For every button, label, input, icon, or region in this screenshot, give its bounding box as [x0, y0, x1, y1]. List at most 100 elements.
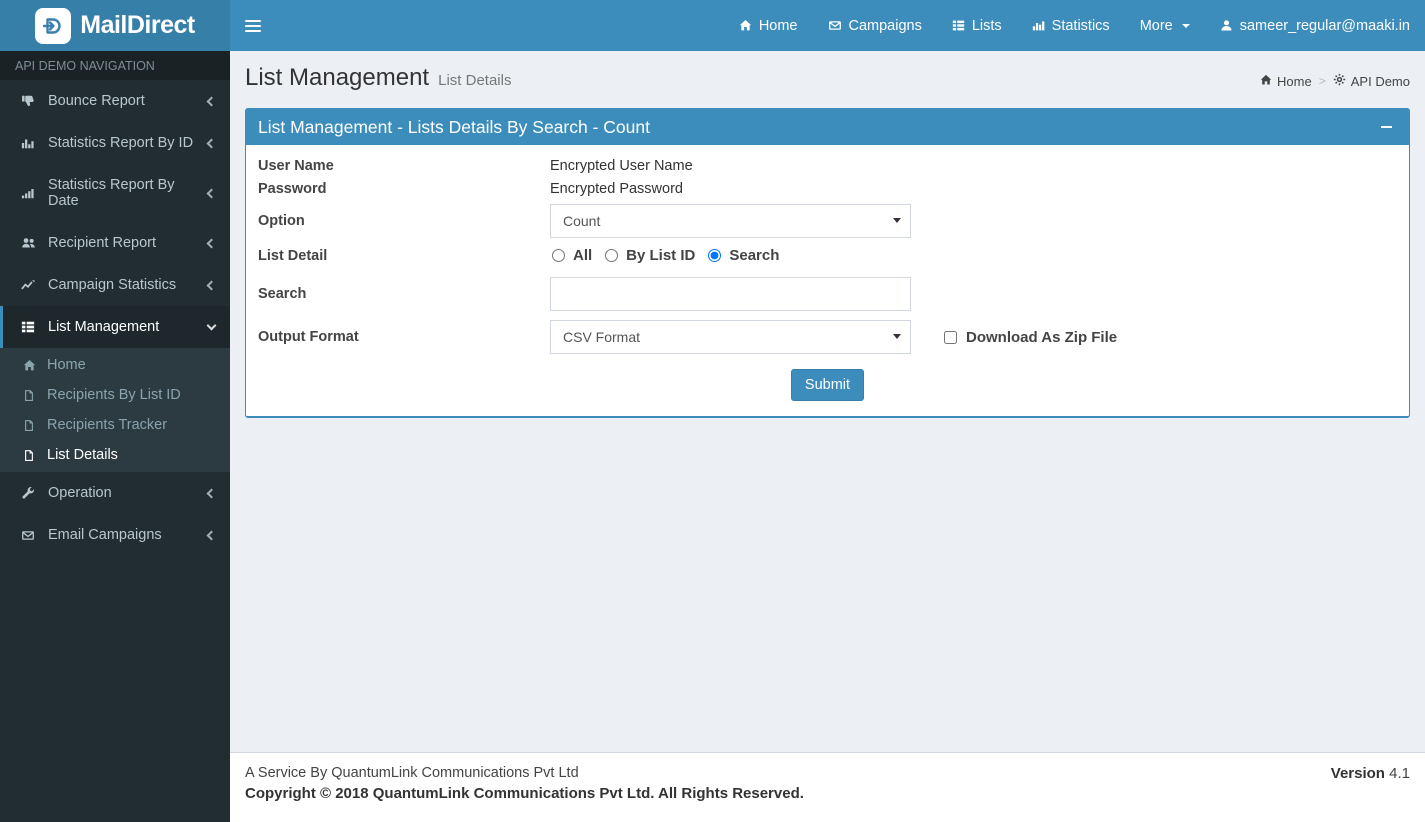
panel-title: List Management - Lists Details By Searc…: [258, 116, 650, 137]
form-row-output-format: Output Format CSV Format Download As Zip…: [258, 320, 1397, 354]
sidebar-item-list-management[interactable]: List Management: [0, 306, 230, 348]
form-panel: List Management - Lists Details By Searc…: [245, 108, 1410, 418]
home-icon: [21, 359, 37, 372]
chevron-left-icon: [206, 530, 217, 540]
option-label: Option: [258, 213, 305, 229]
panel-header: List Management - Lists Details By Searc…: [246, 109, 1409, 145]
maildirect-logo-icon: [35, 7, 72, 44]
top-navbar: Home Campaigns Lists Statistics More sam…: [230, 0, 1425, 51]
option-select-value: Count: [563, 213, 601, 229]
thumbs-down-icon: [18, 94, 38, 108]
sidebar-toggle-button[interactable]: [230, 0, 275, 51]
envelope-icon: [18, 529, 38, 542]
app-window: MailDirect Home Campaigns Lists Statisti…: [0, 0, 1425, 822]
chevron-left-icon: [206, 138, 217, 148]
download-zip-label: Download As Zip File: [966, 328, 1118, 346]
sidebar-item-statistics-report-by-id[interactable]: Statistics Report By ID: [0, 122, 230, 164]
caret-down-icon: [1181, 23, 1190, 28]
form-row-option: Option Count: [258, 204, 1397, 238]
sidebar-subitem-list-details[interactable]: List Details: [0, 440, 230, 470]
page-subtitle: List Details: [438, 72, 512, 89]
nav-item-campaigns[interactable]: Campaigns: [813, 0, 937, 51]
search-label: Search: [258, 286, 307, 302]
breadcrumb-separator: >: [1318, 74, 1326, 88]
list-detail-label: List Detail: [258, 247, 328, 264]
content-area: List Management List Details Home > API …: [230, 51, 1425, 752]
footer-text: A Service By QuantumLink Communications …: [245, 765, 804, 810]
radio-by-list-id-label: By List ID: [626, 247, 696, 264]
list-icon: [952, 19, 965, 32]
chevron-left-icon: [206, 188, 217, 198]
output-format-select[interactable]: CSV Format: [550, 320, 911, 354]
breadcrumb: Home > API Demo: [1260, 73, 1410, 89]
minus-icon: [1380, 126, 1392, 128]
file-icon: [21, 419, 37, 432]
breadcrumb-home[interactable]: Home: [1260, 74, 1312, 89]
signal-icon: [18, 186, 38, 200]
search-input[interactable]: [550, 277, 911, 311]
nav-item-home[interactable]: Home: [724, 0, 813, 51]
submit-row: Submit: [258, 369, 1397, 401]
brand-name: MailDirect: [80, 11, 195, 39]
main-header: MailDirect Home Campaigns Lists Statisti…: [0, 0, 1425, 51]
file-icon: [21, 389, 37, 402]
wrench-icon: [18, 486, 38, 500]
sidebar-subitem-recipients-tracker[interactable]: Recipients Tracker: [0, 410, 230, 440]
file-icon: [21, 449, 37, 462]
form-row-password: Password Encrypted Password: [258, 181, 1397, 197]
collapse-panel-button[interactable]: [1375, 116, 1397, 138]
brand-logo[interactable]: MailDirect: [0, 0, 230, 51]
nav-item-statistics[interactable]: Statistics: [1017, 0, 1125, 51]
footer-service-line: A Service By QuantumLink Communications …: [245, 765, 579, 781]
radio-search-label: Search: [729, 247, 780, 264]
sidebar-section-header: API DEMO NAVIGATION: [0, 51, 230, 80]
nav-item-more[interactable]: More: [1125, 0, 1205, 51]
sidebar-subitem-recipients-by-list-id[interactable]: Recipients By List ID: [0, 380, 230, 410]
output-format-select-value: CSV Format: [563, 329, 641, 345]
list-management-submenu: Home Recipients By List ID Recipients Tr…: [0, 348, 230, 472]
chevron-left-icon: [206, 96, 217, 106]
sidebar: API DEMO NAVIGATION Bounce Report Statis…: [0, 51, 230, 822]
footer-copyright-line: Copyright © 2018 QuantumLink Communicati…: [245, 785, 804, 802]
radio-all-label: All: [573, 247, 593, 264]
option-select[interactable]: Count: [550, 204, 911, 238]
submit-button[interactable]: Submit: [790, 369, 865, 401]
list-detail-radio-group: All By List ID Search: [550, 247, 779, 264]
user-name-label: User Name: [258, 158, 334, 174]
home-icon: [1260, 74, 1272, 89]
chevron-left-icon: [206, 238, 217, 248]
chevron-left-icon: [206, 280, 217, 290]
footer-version: Version 4.1: [1330, 765, 1410, 782]
home-icon: [739, 19, 752, 32]
navbar-menu: Home Campaigns Lists Statistics More sam…: [724, 0, 1425, 51]
sidebar-item-bounce-report[interactable]: Bounce Report: [0, 80, 230, 122]
radio-all[interactable]: [552, 249, 565, 262]
download-zip-checkbox[interactable]: [944, 330, 957, 344]
page-title: List Management List Details: [245, 64, 512, 91]
line-chart-icon: [18, 278, 38, 292]
content-header: List Management List Details Home > API …: [230, 51, 1425, 92]
sidebar-item-recipient-report[interactable]: Recipient Report: [0, 222, 230, 264]
output-format-label: Output Format: [258, 329, 359, 345]
form-row-user-name: User Name Encrypted User Name: [258, 158, 1397, 174]
nav-item-user-account[interactable]: sameer_regular@maaki.in: [1205, 0, 1425, 51]
radio-by-list-id[interactable]: [605, 249, 619, 262]
sidebar-subitem-home[interactable]: Home: [0, 350, 230, 380]
sidebar-item-statistics-report-by-date[interactable]: Statistics Report By Date: [0, 164, 230, 222]
form-row-list-detail: List Detail All By List ID Search: [258, 247, 1397, 264]
sidebar-item-operation[interactable]: Operation: [0, 472, 230, 514]
user-icon: [1220, 19, 1233, 32]
nav-item-lists[interactable]: Lists: [937, 0, 1017, 51]
sidebar-item-campaign-statistics[interactable]: Campaign Statistics: [0, 264, 230, 306]
radio-search[interactable]: [708, 249, 722, 262]
caret-down-icon: [893, 218, 901, 223]
users-icon: [18, 236, 38, 250]
sidebar-item-email-campaigns[interactable]: Email Campaigns: [0, 514, 230, 556]
form-row-search: Search: [258, 277, 1397, 311]
bar-chart-icon: [18, 136, 38, 150]
bar-chart-icon: [1032, 19, 1045, 32]
chevron-down-icon: [206, 320, 217, 331]
panel-body: User Name Encrypted User Name Password E…: [246, 145, 1409, 416]
breadcrumb-api-demo[interactable]: API Demo: [1333, 73, 1410, 89]
caret-down-icon: [893, 334, 901, 339]
